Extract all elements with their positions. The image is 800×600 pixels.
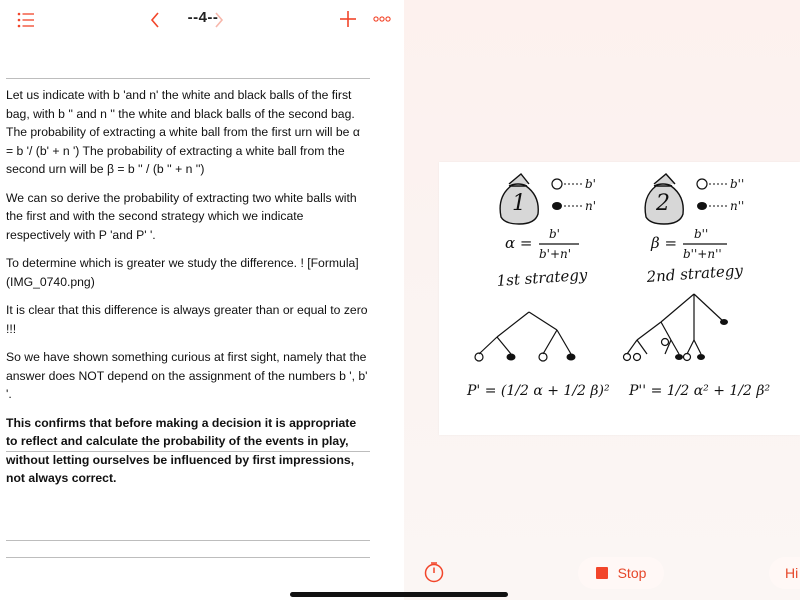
bag-number: 1 — [512, 191, 526, 216]
formula-strategy-1: P' = (1/2 α + 1/2 β)² — [466, 383, 610, 399]
plus-icon[interactable] — [338, 9, 358, 29]
list-icon[interactable] — [16, 11, 36, 29]
paragraph: Let us indicate with b 'and n' the white… — [6, 88, 360, 176]
handwritten-sketch[interactable]: 1 b' n' 2 b'' n'' α = b' b'+n' β = b'' b… — [439, 162, 800, 435]
chevron-right-icon[interactable] — [212, 10, 226, 30]
probability-tree-1 — [474, 311, 572, 362]
bag1-white-label: b' — [585, 177, 596, 191]
hint-label: Hi — [785, 565, 799, 581]
notes-pane: --4-- Let us indicate with b 'and n' the… — [0, 0, 404, 600]
beta-numerator: b'' — [694, 227, 708, 241]
white-ball-icon — [551, 178, 563, 190]
toolbar: --4-- — [0, 0, 404, 40]
page-title: --4-- — [187, 9, 219, 26]
white-ball-icon — [696, 178, 708, 190]
stop-button[interactable]: Stop — [578, 557, 664, 589]
paragraph: We can so derive the probability of extr… — [6, 190, 357, 242]
bag-number: 2 — [655, 191, 670, 216]
chevron-left-icon[interactable] — [148, 10, 162, 30]
timer-icon[interactable] — [422, 560, 446, 584]
alpha-numerator: b' — [549, 227, 560, 241]
divider — [6, 540, 370, 541]
strategy-1-heading: 1st strategy — [496, 266, 588, 290]
paragraph: To determine which is greater we study t… — [6, 256, 359, 289]
beta-label: β = — [650, 234, 677, 252]
note-body[interactable]: Let us indicate with b 'and n' the white… — [6, 86, 370, 498]
home-indicator[interactable] — [290, 592, 508, 597]
beta-denominator: b''+n'' — [683, 247, 722, 261]
formula-strategy-2: P'' = 1/2 α² + 1/2 β² — [628, 383, 771, 399]
bag2-white-label: b'' — [730, 177, 744, 191]
more-icon[interactable] — [372, 12, 392, 26]
bag1-black-label: n' — [585, 199, 596, 213]
probability-tree-2 — [622, 293, 725, 362]
divider — [6, 451, 370, 452]
hint-button[interactable]: Hi — [769, 557, 800, 589]
strategy-2-heading: 2nd strategy — [645, 261, 744, 286]
black-ball-icon — [552, 202, 562, 210]
alpha-denominator: b'+n' — [539, 247, 571, 261]
alpha-label: α = — [505, 234, 532, 252]
stop-label: Stop — [617, 565, 647, 581]
paragraph: It is clear that this difference is alwa… — [6, 303, 368, 336]
black-ball-icon — [697, 202, 707, 210]
paragraph: So we have shown something curious at fi… — [6, 350, 368, 401]
bag2-black-label: n'' — [730, 199, 744, 213]
divider — [6, 78, 370, 79]
stop-icon — [595, 567, 608, 579]
